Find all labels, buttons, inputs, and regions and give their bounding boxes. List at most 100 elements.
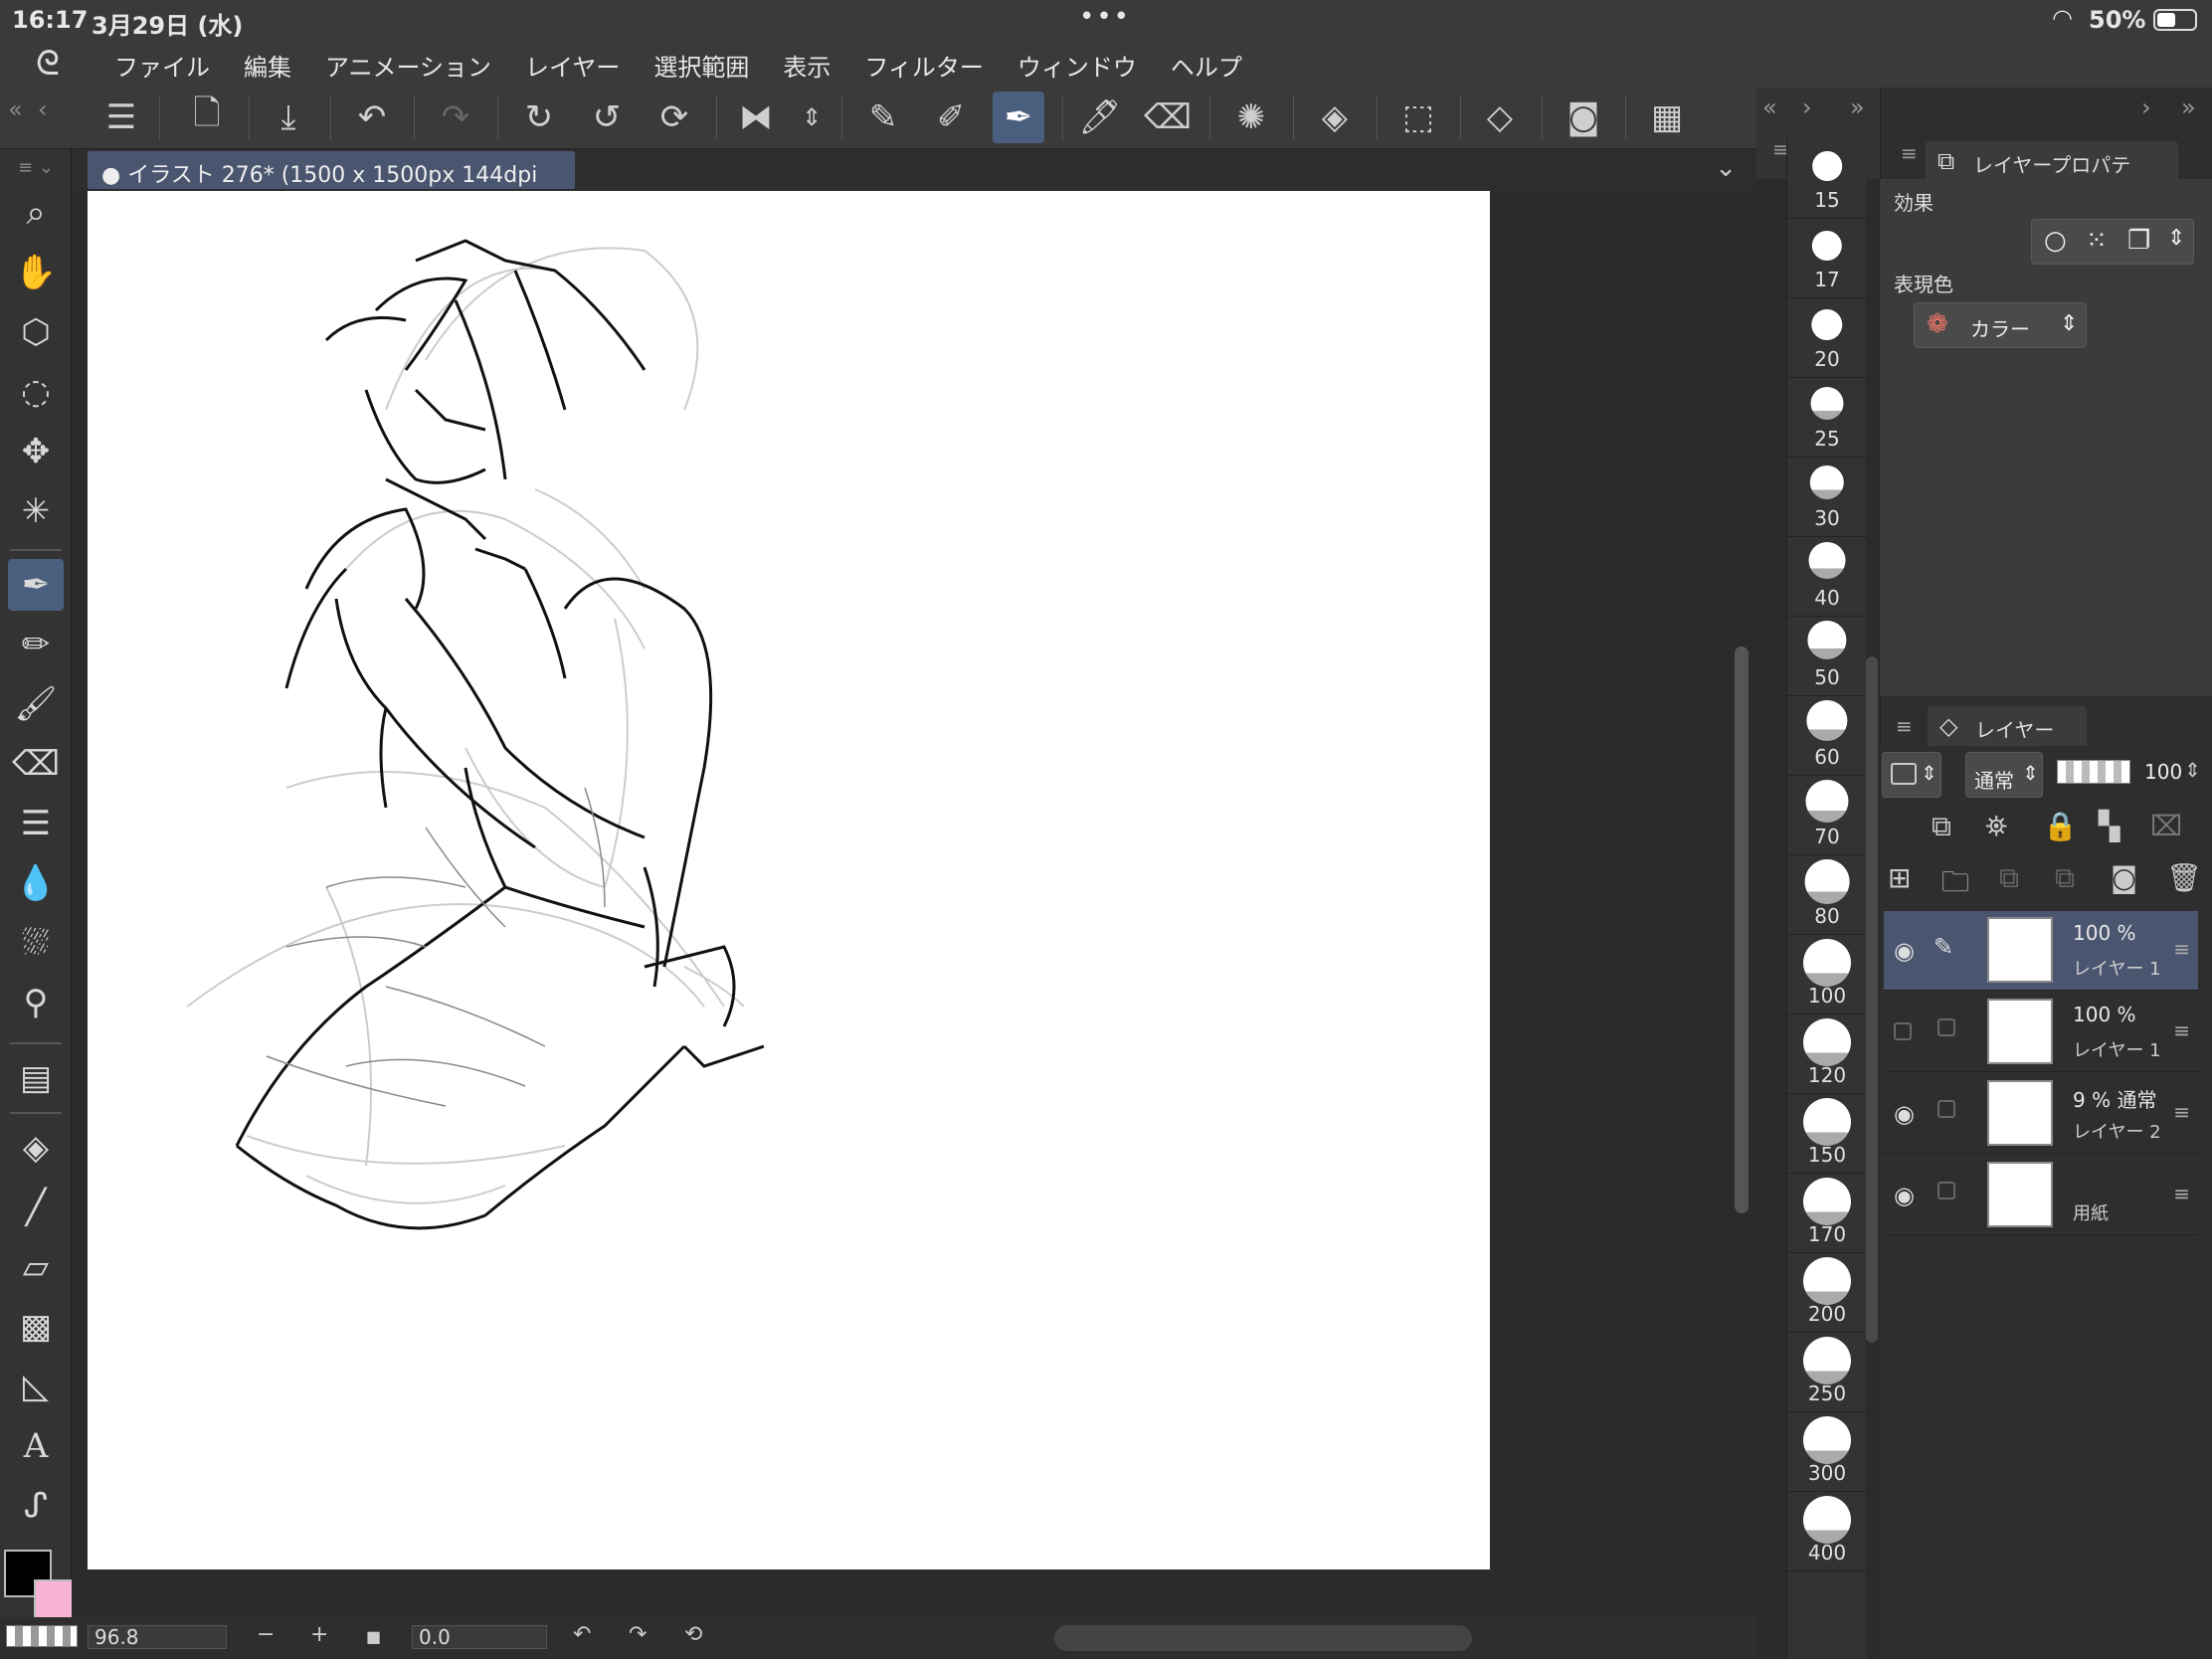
tab-canvas[interactable]: ● イラスト 276* (1500 x 1500px 144dpi 96.8%) (88, 151, 575, 214)
chevron-right-icon[interactable]: › (1802, 93, 1812, 121)
vertical-scrollbar[interactable] (1735, 646, 1749, 1213)
fill-tool-icon[interactable]: ◈ (8, 1122, 64, 1174)
pencil-tool-icon[interactable]: ✏ (8, 619, 64, 670)
layer-menu-icon[interactable]: ≡ (2173, 1100, 2190, 1124)
brush-size-item[interactable]: 100 (1787, 935, 1867, 1014)
brush-size-item[interactable]: 300 (1787, 1412, 1867, 1492)
brush-size-item[interactable]: 60 (1787, 696, 1867, 776)
menu-item[interactable]: ヘルプ (1171, 48, 1242, 83)
opacity-stepper-icon[interactable]: ⇕ (2184, 758, 2201, 782)
menu-item[interactable]: ファイル (114, 48, 210, 83)
mask-toggle-icon[interactable]: ⌧ (2150, 810, 2182, 842)
rotation-input[interactable]: 0.0 (412, 1625, 547, 1649)
transparency-icon[interactable] (6, 1625, 78, 1647)
export-icon[interactable]: ⤓ (263, 92, 314, 143)
chevron-right-icon[interactable]: › (2141, 93, 2151, 121)
lasso-tool-icon[interactable]: ◌ (8, 366, 64, 418)
menu-item[interactable]: アニメーション (325, 48, 491, 83)
rotate-right-icon[interactable]: ↻ (513, 92, 565, 143)
brush-size-item[interactable]: 40 (1787, 537, 1867, 617)
text-tool-icon[interactable]: A (8, 1420, 64, 1472)
brush-size-item[interactable]: 400 (1787, 1492, 1867, 1571)
zoom-tool-icon[interactable]: ⌕ (8, 187, 64, 239)
ruler-tool-icon[interactable]: ⏥ (8, 1241, 64, 1293)
frame-tool-icon[interactable]: ▤ (8, 1052, 64, 1104)
app-logo-icon[interactable]: ᘓ (36, 44, 60, 84)
magic-wand-icon[interactable]: ✳ (8, 485, 64, 537)
vector-pen-icon[interactable]: ✒ (993, 92, 1044, 143)
brush-size-item[interactable]: 250 (1787, 1333, 1867, 1412)
brush-size-item[interactable]: 170 (1787, 1174, 1867, 1253)
eyedropper-icon[interactable]: ⚲ (8, 977, 64, 1028)
menu-item[interactable]: 選択範囲 (653, 48, 749, 83)
brush-size-item[interactable]: 20 (1787, 298, 1867, 378)
visibility-checkbox[interactable] (1894, 1022, 1912, 1040)
reset-view-icon[interactable]: ⟳ (648, 92, 700, 143)
eye-icon[interactable]: ◉ (1894, 937, 1915, 965)
edit-target-checkbox[interactable] (1937, 1018, 1955, 1036)
pen-tool-icon[interactable]: ✒ (8, 559, 64, 611)
menu-item[interactable]: ウィンドウ (1017, 48, 1137, 83)
layers-icon[interactable]: ◇ (1474, 92, 1526, 143)
transform-icon[interactable]: ⬚ (1392, 92, 1444, 143)
decoration-tool-icon[interactable]: ☰ (8, 798, 64, 849)
reset-rotation-icon[interactable]: ⟲ (684, 1622, 702, 1647)
brush-size-item[interactable]: 70 (1787, 776, 1867, 855)
rotate-right-icon[interactable]: ↷ (629, 1622, 646, 1647)
mask-icon[interactable]: ◙ (1558, 92, 1609, 143)
tab-layer-property[interactable]: ⧉ レイヤープロパテ (1926, 141, 2178, 181)
pen-layer-icon[interactable]: ✐ (925, 92, 977, 143)
brush-size-item[interactable]: 17 (1787, 219, 1867, 298)
edit-target-checkbox[interactable] (1937, 1182, 1955, 1199)
edit-target-checkbox[interactable] (1937, 1100, 1955, 1118)
brush-size-item[interactable]: 80 (1787, 855, 1867, 935)
collapse-left-icon[interactable]: « (1762, 93, 1777, 121)
layer-row[interactable]: ◉ 用紙 ≡ (1884, 1156, 2198, 1235)
layer-row[interactable]: 100 % レイヤー 1 ≡ (1884, 993, 2198, 1072)
eraser-icon[interactable]: ⌫ (1142, 92, 1194, 143)
color-mode-select[interactable]: ❁ カラー ⇕ (1914, 302, 2087, 348)
tab-layer[interactable]: ◇ レイヤー (1928, 706, 2087, 746)
rotate-left-icon[interactable]: ↶ (573, 1622, 591, 1647)
zoom-out-button[interactable]: − (257, 1622, 275, 1647)
edge-keyboard-icon[interactable]: ▦ (1641, 92, 1693, 143)
fill-bucket-icon[interactable]: ◈ (1309, 92, 1361, 143)
figure-tool-icon[interactable]: ◺ (8, 1361, 64, 1412)
blend-mode-select[interactable]: 通常 ⇕ (1965, 752, 2043, 798)
brush-size-item[interactable]: 150 (1787, 1094, 1867, 1174)
layer-mask-icon[interactable]: ◙ (2111, 861, 2137, 894)
layer-menu-icon[interactable]: ≡ (2173, 1018, 2190, 1042)
balloon-tool-icon[interactable]: ᔑ (8, 1480, 64, 1532)
edit-target-icon[interactable]: ✎ (1934, 933, 1953, 961)
fit-view-icon[interactable]: ■ (366, 1627, 381, 1646)
pen-tool-icon[interactable]: 🖊 (1074, 92, 1126, 143)
layer-row[interactable]: ◉ 9 % 通常 レイヤー 2 ≡ (1884, 1074, 2198, 1154)
multitask-dots[interactable]: ••• (1079, 2, 1131, 32)
layer-color-select[interactable]: ⇕ (1882, 752, 1941, 798)
brush-size-scrollbar[interactable] (1866, 656, 1878, 1343)
layer-row[interactable]: ◉ ✎ 100 % レイヤー 1 ≡ (1884, 911, 2198, 991)
flip-stepper-icon[interactable]: ⇕ (786, 92, 837, 143)
brush-size-item[interactable]: 50 (1787, 617, 1867, 696)
pen-settings-icon[interactable]: ✎ (857, 92, 909, 143)
chevron-down-icon[interactable]: ⌄ (1715, 153, 1737, 183)
clip-icon[interactable]: ⧉ (1932, 810, 1951, 843)
flip-horizontal-icon[interactable]: ⧓ (730, 92, 782, 143)
expand-right-icon[interactable]: » (2181, 93, 2196, 121)
brush-size-item[interactable]: 120 (1787, 1014, 1867, 1094)
loading-spinner-icon[interactable]: ✺ (1225, 92, 1277, 143)
eraser-tool-icon[interactable]: ⌫ (8, 738, 64, 790)
drawing-paper[interactable] (88, 191, 1490, 1569)
zoom-in-button[interactable]: + (310, 1622, 328, 1647)
brush-size-item[interactable]: 15 (1787, 139, 1867, 219)
tool-menu-icon[interactable]: ≡ ⌄ (8, 141, 64, 193)
brush-size-item[interactable]: 25 (1787, 378, 1867, 458)
brush-size-item[interactable]: 30 (1787, 458, 1867, 537)
object-select-icon[interactable]: ⬡ (8, 306, 64, 358)
duplicate-icon[interactable]: ⧉ (2055, 861, 2075, 895)
redo-icon[interactable]: ↷ (430, 92, 481, 143)
rotate-left-icon[interactable]: ↺ (581, 92, 633, 143)
hamburger-menu-icon[interactable]: ☰ (95, 92, 147, 143)
lock-transparency-icon[interactable]: ▚ (2099, 810, 2120, 842)
blend-tool-icon[interactable]: 💧 (8, 857, 64, 909)
